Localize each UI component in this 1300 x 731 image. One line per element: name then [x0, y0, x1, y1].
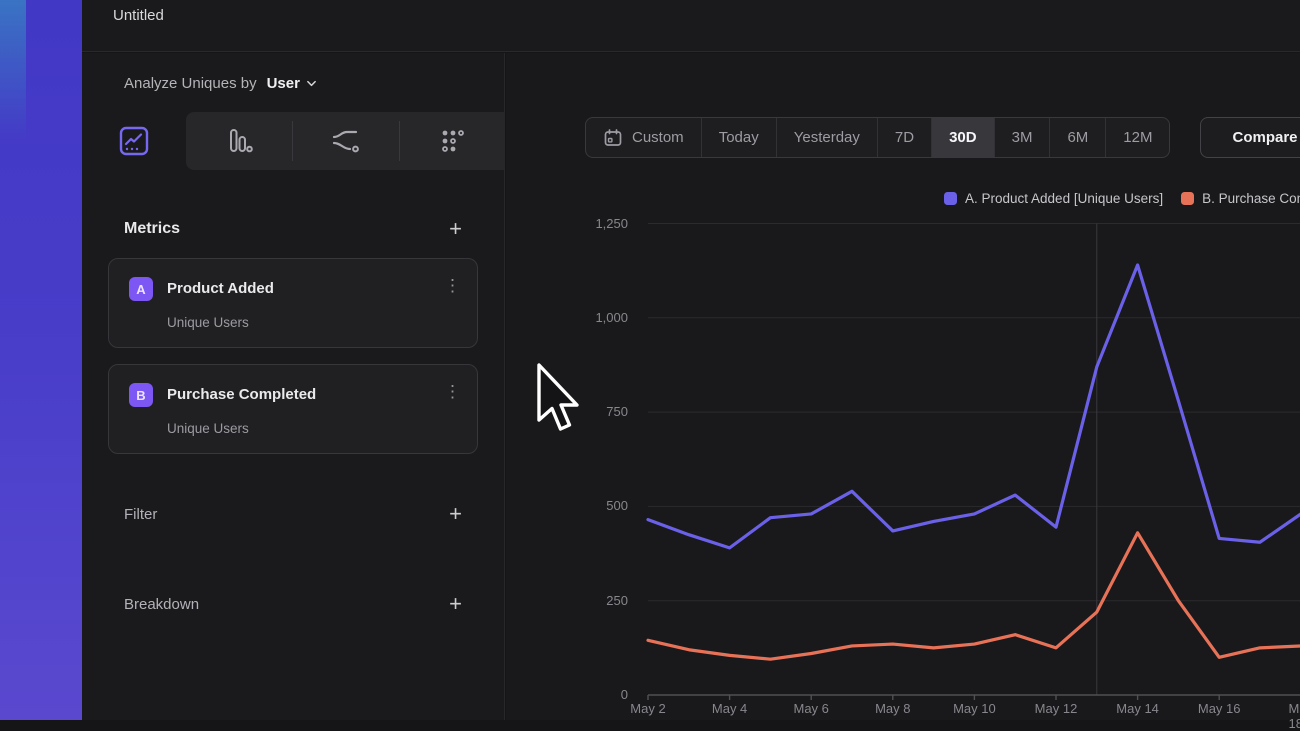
add-breakdown-button[interactable]: + [449, 593, 462, 615]
range-30d[interactable]: 30D [931, 118, 994, 157]
metric-letter-badge: A [129, 277, 153, 301]
breakdown-title: Breakdown [124, 596, 199, 613]
range-label: 30D [949, 129, 977, 146]
range-label: 7D [895, 129, 914, 146]
bar-chart-icon [222, 124, 256, 158]
analyze-row: Analyze Uniques by User [124, 75, 317, 92]
brand-gradient-strip [0, 0, 82, 720]
range-label: Custom [632, 129, 684, 146]
filter-title: Filter [124, 506, 157, 523]
chart-panel: Custom Today Yesterday 7D 30D 3M 6M 12M … [506, 53, 1300, 720]
tab-retention-grid[interactable] [399, 112, 505, 170]
chart-type-tab-group [186, 112, 505, 170]
metric-name: Product Added [167, 280, 274, 297]
legend-item-b[interactable]: B. Purchase Completed [Unique Users] [1181, 191, 1300, 206]
tab-line-insights[interactable] [104, 120, 164, 162]
metric-card-b[interactable]: B Purchase Completed ⋮ Unique Users [108, 364, 478, 454]
compare-button[interactable]: Compare [1200, 117, 1300, 158]
metric-menu-button[interactable]: ⋮ [444, 383, 461, 400]
date-range-picker: Custom Today Yesterday 7D 30D 3M 6M 12M [585, 117, 1170, 158]
line-chart-icon [117, 124, 151, 158]
legend-label: B. Purchase Completed [Unique Users] [1202, 191, 1300, 206]
range-12m[interactable]: 12M [1105, 118, 1169, 157]
analyze-by-value: User [267, 75, 300, 92]
range-label: 6M [1067, 129, 1088, 146]
legend-swatch [1181, 192, 1194, 205]
metrics-title: Metrics [124, 220, 180, 238]
legend-label: A. Product Added [Unique Users] [965, 191, 1163, 206]
legend-swatch [944, 192, 957, 205]
mouse-cursor-icon [536, 362, 584, 436]
add-metric-button[interactable]: + [449, 218, 462, 240]
metric-card-a[interactable]: A Product Added ⋮ Unique Users [108, 258, 478, 348]
calendar-icon [603, 128, 623, 148]
breakdown-header: Breakdown + [124, 593, 462, 615]
metric-measure[interactable]: Unique Users [167, 315, 249, 330]
flow-icon [327, 124, 363, 158]
metric-menu-button[interactable]: ⋮ [444, 277, 461, 294]
range-6m[interactable]: 6M [1049, 118, 1105, 157]
legend-item-a[interactable]: A. Product Added [Unique Users] [944, 191, 1163, 206]
top-bar: Untitled [82, 0, 1300, 52]
metric-letter-badge: B [129, 383, 153, 407]
report-title[interactable]: Untitled [113, 7, 164, 24]
filter-header: Filter + [124, 503, 462, 525]
query-sidebar: Analyze Uniques by User [82, 53, 505, 720]
add-filter-button[interactable]: + [449, 503, 462, 525]
tab-flow[interactable] [292, 112, 398, 170]
tab-bar-chart[interactable] [186, 112, 292, 170]
range-7d[interactable]: 7D [877, 118, 931, 157]
chevron-down-icon [306, 78, 317, 89]
range-yesterday[interactable]: Yesterday [776, 118, 877, 157]
metric-measure[interactable]: Unique Users [167, 421, 249, 436]
range-today[interactable]: Today [701, 118, 776, 157]
range-label: 12M [1123, 129, 1152, 146]
range-label: Yesterday [794, 129, 860, 146]
range-label: Today [719, 129, 759, 146]
range-3m[interactable]: 3M [994, 118, 1050, 157]
metric-name: Purchase Completed [167, 386, 316, 403]
analyze-label: Analyze Uniques by [124, 75, 257, 92]
retention-grid-icon [435, 124, 469, 158]
analyze-by-dropdown[interactable]: User [267, 75, 317, 92]
range-custom[interactable]: Custom [586, 118, 701, 157]
chart-legend: A. Product Added [Unique Users] B. Purch… [944, 191, 1300, 206]
chart-type-tabstrip [82, 112, 505, 170]
metrics-header: Metrics + [124, 218, 462, 240]
range-label: 3M [1012, 129, 1033, 146]
